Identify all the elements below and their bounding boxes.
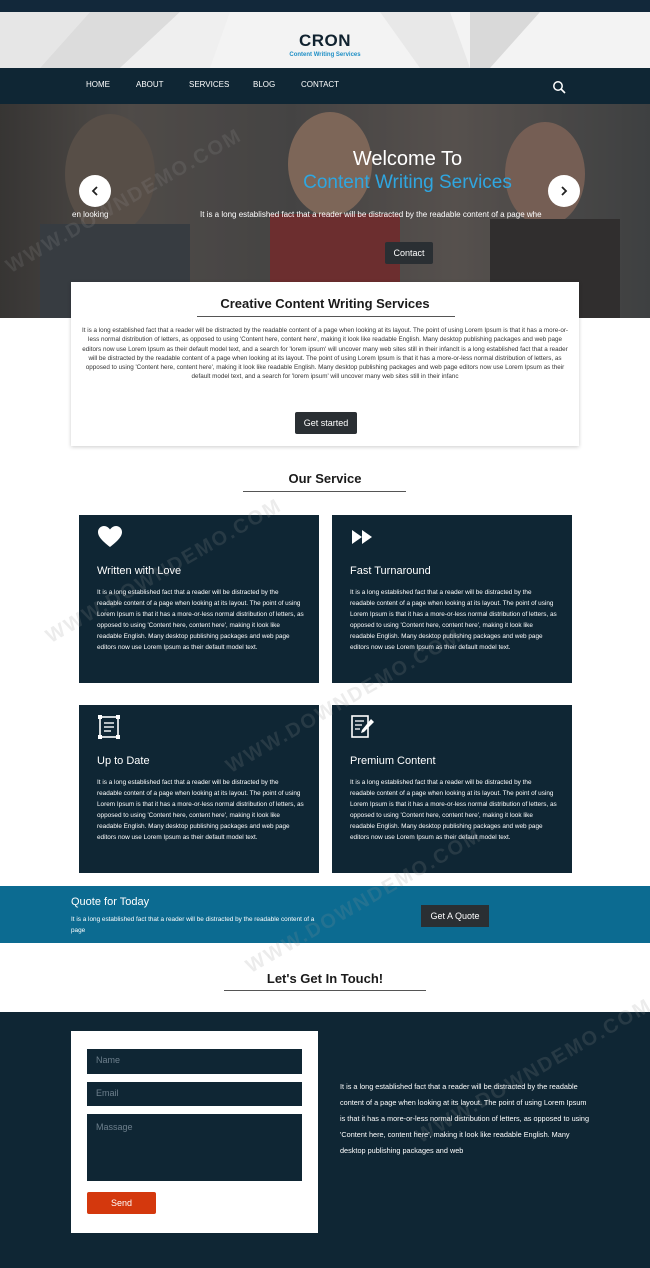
message-field[interactable]: Massage xyxy=(87,1114,302,1181)
service-title: Premium Content xyxy=(350,755,436,767)
divider xyxy=(243,491,406,492)
service-text: It is a long established fact that a rea… xyxy=(350,589,557,651)
service-title: Up to Date xyxy=(97,755,150,767)
service-card: Up to Date It is a long established fact… xyxy=(79,705,319,873)
search-icon[interactable] xyxy=(552,80,566,94)
top-strip xyxy=(0,0,650,12)
divider xyxy=(224,990,426,991)
nav-item-contact[interactable]: CONTACT xyxy=(301,80,339,89)
email-field[interactable]: Email xyxy=(87,1082,302,1106)
service-card: Written with Love It is a long establish… xyxy=(79,515,319,683)
contact-form: Name Email Massage Send xyxy=(71,1031,318,1233)
nav-item-home[interactable]: HOME xyxy=(86,80,110,89)
intro-text: It is a long established fact that a rea… xyxy=(81,327,569,381)
logo-header: CRON Content Writing Services xyxy=(0,12,650,68)
slider-next-button[interactable] xyxy=(548,175,580,207)
service-text: It is a long established fact that a rea… xyxy=(350,779,557,841)
contact-text: It is a long established fact that a rea… xyxy=(340,1082,590,1155)
quote-title: Quote for Today xyxy=(71,896,150,908)
contact-title: Let's Get In Touch! xyxy=(266,971,384,986)
quote-text: It is a long established fact that a rea… xyxy=(71,916,315,934)
contact-section: Name Email Massage Send It is a long est… xyxy=(0,1012,650,1268)
heart-icon xyxy=(98,526,122,547)
service-title: Fast Turnaround xyxy=(350,565,431,577)
divider xyxy=(197,316,455,317)
intro-card: Creative Content Writing Services It is … xyxy=(71,282,579,446)
fast-forward-icon xyxy=(352,530,372,544)
brand-subtitle: Content Writing Services xyxy=(289,52,361,58)
nav-item-services[interactable]: SERVICES xyxy=(189,80,229,89)
get-quote-button[interactable]: Get A Quote xyxy=(421,905,489,927)
slider-prev-button[interactable] xyxy=(79,175,111,207)
hero-text: It is a long established fact that a rea… xyxy=(200,210,542,219)
chevron-right-icon xyxy=(561,186,568,196)
service-card: Fast Turnaround It is a long established… xyxy=(332,515,572,683)
service-card: Premium Content It is a long established… xyxy=(332,705,572,873)
send-button[interactable]: Send xyxy=(87,1192,156,1214)
hero-text-fragment: en looking xyxy=(72,210,109,219)
hero-title: Welcome To xyxy=(352,148,463,170)
service-text: It is a long established fact that a rea… xyxy=(97,779,304,841)
name-field[interactable]: Name xyxy=(87,1049,302,1074)
get-started-button[interactable]: Get started xyxy=(295,412,357,434)
document-frame-icon xyxy=(98,715,120,739)
nav-item-blog[interactable]: BLOG xyxy=(253,80,275,89)
service-text: It is a long established fact that a rea… xyxy=(97,589,304,651)
intro-title: Creative Content Writing Services xyxy=(220,296,430,311)
brand-title[interactable]: CRON xyxy=(0,31,650,51)
nav-item-about[interactable]: ABOUT xyxy=(136,80,164,89)
services-title: Our Service xyxy=(288,471,362,486)
document-edit-icon xyxy=(351,715,374,738)
hero-contact-button[interactable]: Contact xyxy=(385,242,433,264)
chevron-left-icon xyxy=(91,186,98,196)
quote-band: Quote for Today It is a long established… xyxy=(0,886,650,943)
service-title: Written with Love xyxy=(97,565,182,577)
